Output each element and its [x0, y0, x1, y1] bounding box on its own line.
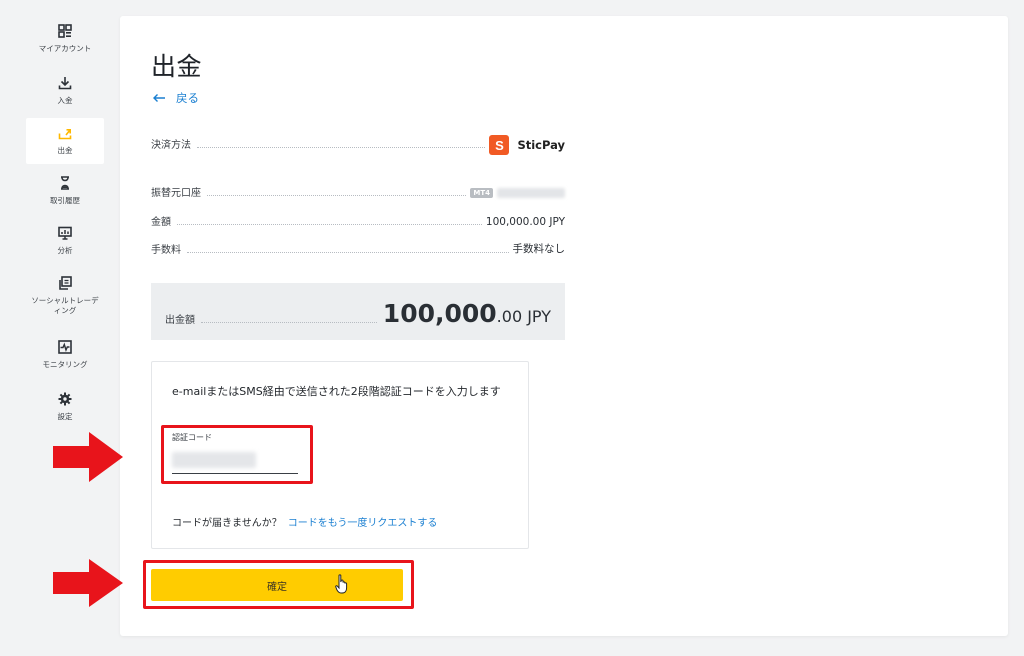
account-number-redacted	[497, 188, 565, 198]
sidebar-item-deposit[interactable]: 入金	[26, 68, 104, 114]
sidebar-item-trade-history[interactable]: 取引履歴	[26, 168, 104, 214]
total-amount-minor: .00 JPY	[496, 307, 551, 326]
sidebar-item-label: 設定	[57, 412, 73, 421]
hourglass-icon	[61, 176, 69, 190]
back-link[interactable]: 戻る	[152, 90, 199, 106]
sidebar-item-label: 出金	[57, 146, 73, 155]
payment-method-value: SticPay	[517, 138, 565, 152]
auth-code-redacted	[172, 452, 256, 468]
sidebar-item-settings[interactable]: 設定	[26, 384, 104, 430]
fee-label: 手数料	[151, 245, 181, 256]
sidebar-item-analysis[interactable]: 分析	[26, 218, 104, 264]
resend-code-link[interactable]: コードをもう一度リクエストする	[288, 518, 438, 529]
sidebar-item-label: 分析	[57, 246, 73, 255]
sidebar-item-my-account[interactable]: マイアカウント	[26, 16, 104, 62]
total-label: 出金額	[165, 315, 195, 326]
total-amount: 100,000.00 JPY	[383, 299, 551, 328]
source-account-row: 振替元口座 MT4	[151, 183, 565, 199]
pulse-monitor-icon	[58, 340, 72, 354]
source-account-value: MT4	[470, 187, 565, 199]
mt4-badge: MT4	[470, 188, 493, 198]
resend-prompt: コードが届きませんか？	[172, 518, 282, 529]
auth-code-label: 認証コード	[172, 433, 212, 442]
sticpay-logo: S SticPay	[489, 135, 565, 155]
arrow-left-icon	[153, 94, 165, 102]
gear-icon	[58, 392, 72, 406]
resend-row: コードが届きませんか？ コードをもう一度リクエストする	[172, 514, 437, 529]
sidebar-item-withdraw[interactable]: 出金	[26, 118, 104, 164]
download-icon	[58, 77, 72, 90]
sticpay-logo-mark: S	[489, 135, 510, 155]
arrow-right-icon	[53, 432, 123, 482]
total-amount-major: 100,000	[382, 299, 497, 328]
page-title: 出金	[151, 52, 203, 81]
copy-icon	[59, 276, 72, 290]
arrow-right-icon	[53, 559, 123, 607]
upload-icon	[58, 129, 72, 140]
sidebar: マイアカウント 入金 出金 取引履歴 分析 ソーシャルトレーディング モニタリン…	[0, 0, 110, 656]
amount-label: 金額	[151, 217, 171, 228]
dashboard-icon	[58, 24, 72, 38]
payment-method-row: 決済方法 S SticPay	[151, 133, 565, 155]
confirm-button[interactable]: 確定	[151, 569, 403, 601]
hand-cursor-icon	[335, 574, 348, 594]
two-factor-panel: e-mailまたはSMS経由で送信された2段階認証コードを入力します 認証コード…	[151, 361, 529, 549]
presentation-chart-icon	[58, 226, 72, 240]
sidebar-item-label: 取引履歴	[50, 196, 80, 205]
withdraw-card: 出金 戻る 決済方法 S SticPay 振替元口座 MT4 金額 100,00…	[120, 16, 1008, 636]
source-account-label: 振替元口座	[151, 188, 201, 199]
amount-row: 金額 100,000.00 JPY	[151, 212, 565, 228]
sidebar-item-label: 入金	[57, 96, 73, 105]
sidebar-item-label: ソーシャルトレーディング	[31, 296, 99, 315]
withdraw-total: 出金額 100,000.00 JPY	[151, 283, 565, 340]
back-link-label: 戻る	[176, 91, 199, 105]
fee-row: 手数料 手数料なし	[151, 240, 565, 256]
sidebar-item-social-trading[interactable]: ソーシャルトレーディング	[26, 268, 104, 326]
sidebar-item-label: モニタリング	[42, 360, 88, 369]
amount-value: 100,000.00 JPY	[485, 216, 565, 228]
fee-value: 手数料なし	[512, 243, 566, 255]
two-factor-instruction: e-mailまたはSMS経由で送信された2段階認証コードを入力します	[172, 385, 501, 398]
auth-code-input[interactable]	[172, 448, 298, 474]
sidebar-item-monitoring[interactable]: モニタリング	[26, 332, 104, 378]
sidebar-item-label: マイアカウント	[38, 44, 92, 53]
payment-method-label: 決済方法	[151, 140, 191, 151]
